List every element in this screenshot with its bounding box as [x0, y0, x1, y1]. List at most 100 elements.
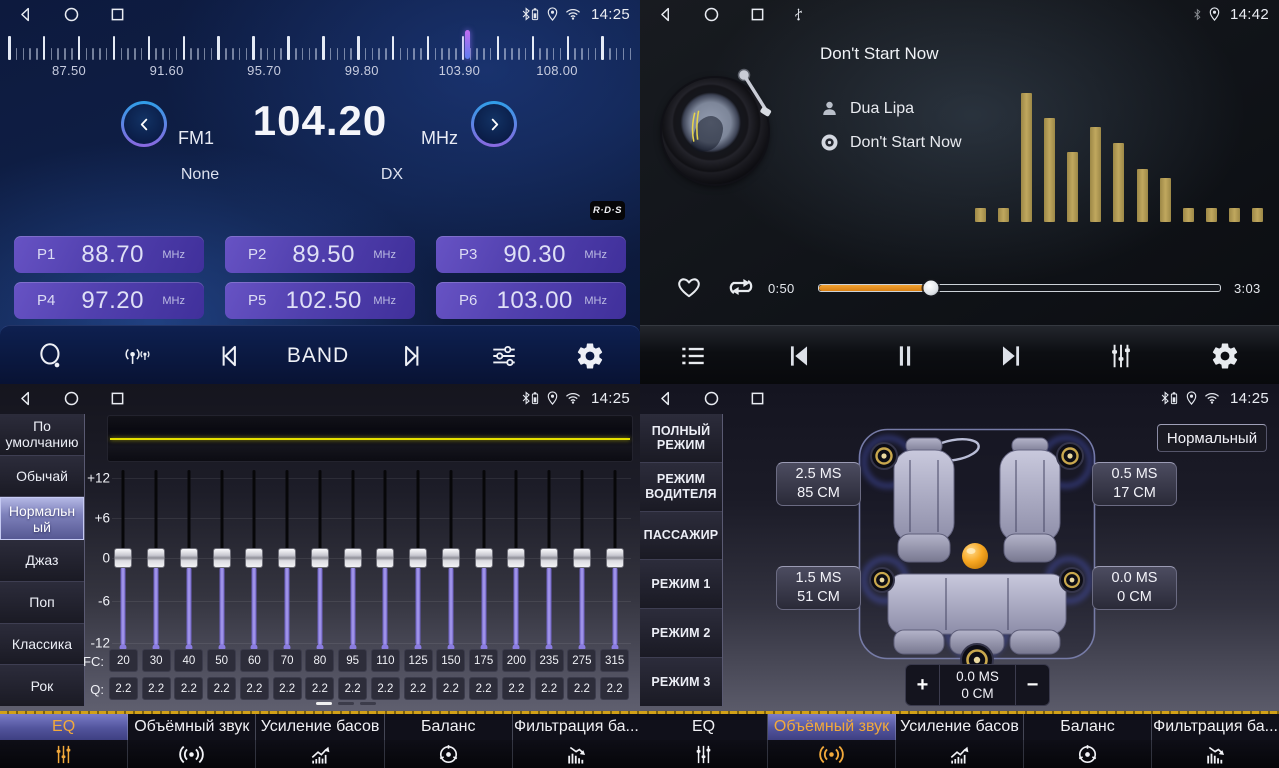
- nav-home-icon[interactable]: [62, 5, 81, 24]
- sound-profile-button[interactable]: Нормальный: [1157, 424, 1267, 452]
- fc-value[interactable]: 60: [240, 649, 269, 672]
- eq-band-slider-3[interactable]: [205, 470, 238, 654]
- tab-2-label[interactable]: Усиление басов: [896, 714, 1024, 740]
- eq-band-slider-0[interactable]: [107, 470, 140, 654]
- fc-value[interactable]: 30: [142, 649, 171, 672]
- surround-mode-0[interactable]: ПОЛНЫЙ РЕЖИМ: [640, 414, 722, 463]
- fc-value[interactable]: 110: [371, 649, 400, 672]
- broadcast-button[interactable]: [116, 326, 158, 384]
- tab-0-icon-cell[interactable]: [0, 740, 128, 768]
- fc-value[interactable]: 70: [273, 649, 302, 672]
- nav-back-icon[interactable]: [656, 389, 675, 408]
- delay-front-left-button[interactable]: 2.5 MS 85 CM: [776, 462, 861, 506]
- q-value[interactable]: 2.2: [535, 677, 564, 700]
- delay-rear-left-button[interactable]: 1.5 MS 51 CM: [776, 566, 861, 610]
- eq-preset-4[interactable]: Поп: [0, 582, 84, 624]
- playlist-button[interactable]: [672, 326, 714, 384]
- eq-band-slider-2[interactable]: [173, 470, 206, 654]
- repeat-button[interactable]: [724, 273, 758, 301]
- prev-filled-button[interactable]: [778, 326, 820, 384]
- eq-band-slider-8[interactable]: [369, 470, 402, 654]
- eq-band-slider-11[interactable]: [467, 470, 500, 654]
- slider-knob[interactable]: [573, 548, 591, 568]
- eq-band-slider-6[interactable]: [304, 470, 337, 654]
- eq-band-slider-10[interactable]: [435, 470, 468, 654]
- q-value[interactable]: 2.2: [404, 677, 433, 700]
- surround-mode-2[interactable]: ПАССАЖИР: [640, 512, 722, 561]
- tab-4-label[interactable]: Фильтрация ба...: [1152, 714, 1279, 740]
- q-value[interactable]: 2.2: [338, 677, 367, 700]
- nav-home-icon[interactable]: [702, 389, 721, 408]
- seek-bar[interactable]: [818, 284, 1221, 292]
- fc-value[interactable]: 235: [535, 649, 564, 672]
- nav-recents-icon[interactable]: [748, 389, 767, 408]
- eq-preset-1[interactable]: Обычай: [0, 456, 84, 498]
- q-value[interactable]: 2.2: [305, 677, 334, 700]
- tab-4-label[interactable]: Фильтрация ба...: [513, 714, 640, 740]
- seek-thumb[interactable]: [924, 281, 939, 296]
- tab-0-label[interactable]: EQ: [0, 714, 128, 740]
- eq-band-slider-12[interactable]: [500, 470, 533, 654]
- next-filled-button[interactable]: [990, 326, 1032, 384]
- tab-1-label[interactable]: Объёмный звук: [768, 714, 896, 740]
- scan-button[interactable]: [30, 326, 72, 384]
- nav-recents-icon[interactable]: [108, 389, 127, 408]
- q-value[interactable]: 2.2: [109, 677, 138, 700]
- q-value[interactable]: 2.2: [174, 677, 203, 700]
- preset-button-p3[interactable]: P390.30MHz: [436, 236, 626, 273]
- preset-button-p2[interactable]: P289.50MHz: [225, 236, 415, 273]
- delay-decrease-button[interactable]: −: [1016, 665, 1049, 705]
- tab-3-icon-cell[interactable]: [1024, 740, 1152, 768]
- surround-mode-4[interactable]: РЕЖИМ 2: [640, 609, 722, 658]
- slider-knob[interactable]: [180, 548, 198, 568]
- q-value[interactable]: 2.2: [436, 677, 465, 700]
- slider-knob[interactable]: [213, 548, 231, 568]
- q-value[interactable]: 2.2: [502, 677, 531, 700]
- tab-2-icon-cell[interactable]: [256, 740, 384, 768]
- nav-back-icon[interactable]: [16, 5, 35, 24]
- preset-button-p4[interactable]: P497.20MHz: [14, 282, 204, 319]
- q-value[interactable]: 2.2: [371, 677, 400, 700]
- eq-band-slider-7[interactable]: [336, 470, 369, 654]
- tab-0-icon-cell[interactable]: [640, 740, 768, 768]
- surround-mode-5[interactable]: РЕЖИМ 3: [640, 658, 722, 706]
- fc-value[interactable]: 40: [174, 649, 203, 672]
- slider-knob[interactable]: [114, 548, 132, 568]
- tab-2-label[interactable]: Усиление басов: [256, 714, 384, 740]
- tab-1-icon-cell[interactable]: [128, 740, 256, 768]
- slider-knob[interactable]: [311, 548, 329, 568]
- preset-button-p6[interactable]: P6103.00MHz: [436, 282, 626, 319]
- eq-faders-button[interactable]: [1100, 326, 1142, 384]
- eq-page-indicator[interactable]: [316, 702, 376, 705]
- settings-gear-button[interactable]: [1204, 326, 1246, 384]
- surround-mode-1[interactable]: РЕЖИМ ВОДИТЕЛЯ: [640, 463, 722, 512]
- q-value[interactable]: 2.2: [240, 677, 269, 700]
- settings-gear-button[interactable]: [569, 326, 611, 384]
- fc-value[interactable]: 315: [600, 649, 629, 672]
- tab-4-icon-cell[interactable]: [1152, 740, 1279, 768]
- tab-3-icon-cell[interactable]: [385, 740, 513, 768]
- tab-0-label[interactable]: EQ: [640, 714, 768, 740]
- tune-down-button[interactable]: [121, 101, 167, 147]
- nav-home-icon[interactable]: [62, 389, 81, 408]
- slider-knob[interactable]: [606, 548, 624, 568]
- q-value[interactable]: 2.2: [273, 677, 302, 700]
- eq-band-slider-9[interactable]: [402, 470, 435, 654]
- tab-3-label[interactable]: Баланс: [385, 714, 513, 740]
- delay-front-right-button[interactable]: 0.5 MS 17 CM: [1092, 462, 1177, 506]
- eq-band-slider-15[interactable]: [598, 470, 631, 654]
- q-value[interactable]: 2.2: [207, 677, 236, 700]
- tab-1-label[interactable]: Объёмный звук: [128, 714, 256, 740]
- delay-rear-right-button[interactable]: 0.0 MS 0 CM: [1092, 566, 1177, 610]
- slider-knob[interactable]: [245, 548, 263, 568]
- eq-preset-3[interactable]: Джаз: [0, 540, 84, 582]
- slider-knob[interactable]: [442, 548, 460, 568]
- fc-value[interactable]: 95: [338, 649, 367, 672]
- q-value[interactable]: 2.2: [142, 677, 171, 700]
- next-track-button[interactable]: [391, 326, 433, 384]
- eq-band-slider-14[interactable]: [566, 470, 599, 654]
- preset-button-p5[interactable]: P5102.50MHz: [225, 282, 415, 319]
- fc-value[interactable]: 20: [109, 649, 138, 672]
- fc-value[interactable]: 80: [305, 649, 334, 672]
- q-value[interactable]: 2.2: [469, 677, 498, 700]
